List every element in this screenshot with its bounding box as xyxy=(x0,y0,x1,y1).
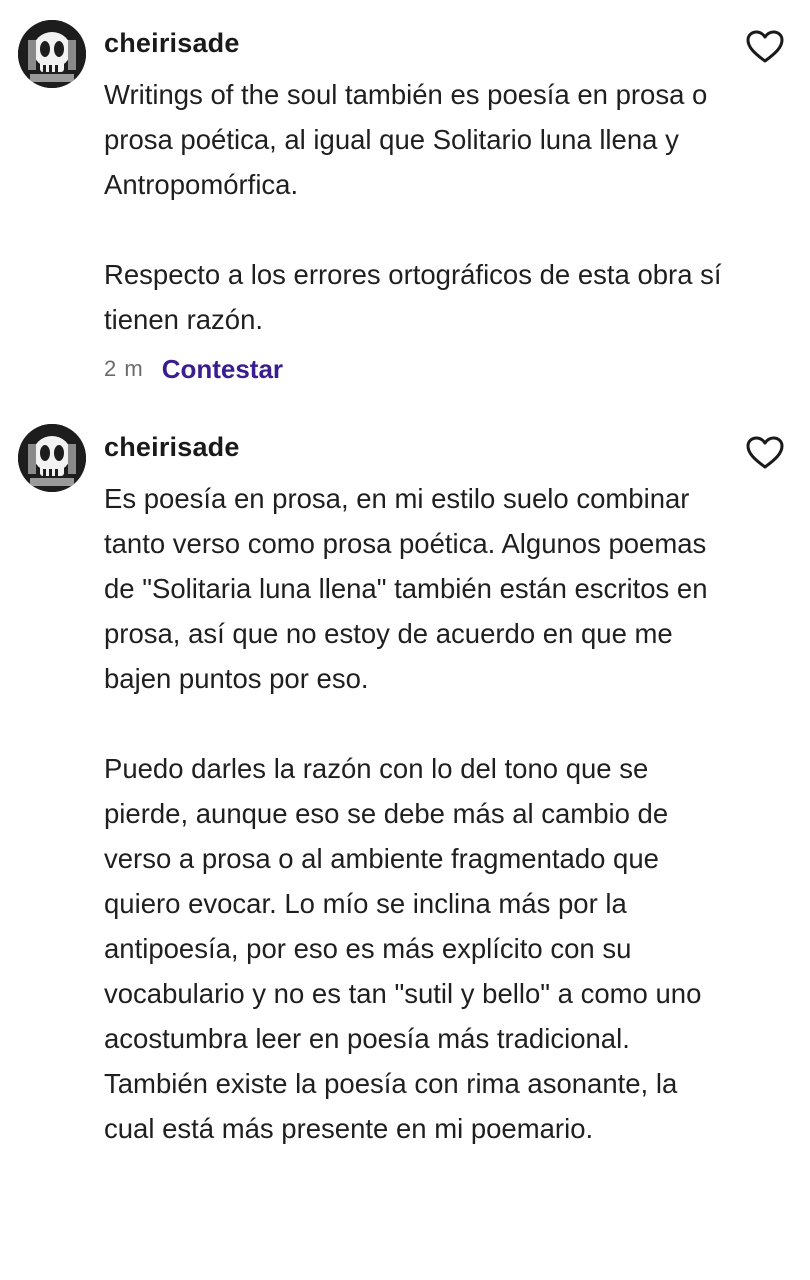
comment-text: Es poesía en prosa, en mi estilo suelo c… xyxy=(104,476,724,1151)
user-avatar[interactable] xyxy=(18,20,86,88)
comment-paragraph: Es poesía en prosa, en mi estilo suelo c… xyxy=(104,483,708,694)
comment-meta: 2 m Contestar xyxy=(104,352,283,386)
like-heart-icon[interactable] xyxy=(746,436,784,470)
comment-timestamp: 2 m xyxy=(104,356,144,381)
skull-avatar-icon xyxy=(18,20,86,88)
user-avatar[interactable] xyxy=(18,424,86,492)
skull-avatar-icon xyxy=(18,424,86,492)
comment-username[interactable]: cheirisade xyxy=(104,27,240,59)
like-heart-icon[interactable] xyxy=(746,30,784,64)
comment-text: Writings of the soul también es poesía e… xyxy=(104,72,724,342)
comment-paragraph: Writings of the soul también es poesía e… xyxy=(104,79,708,200)
comment-paragraph: Respecto a los errores ortográficos de e… xyxy=(104,259,722,335)
comment-paragraph: Puedo darles la razón con lo del tono qu… xyxy=(104,753,702,1144)
comment-username[interactable]: cheirisade xyxy=(104,431,240,463)
reply-button[interactable]: Contestar xyxy=(162,354,283,385)
